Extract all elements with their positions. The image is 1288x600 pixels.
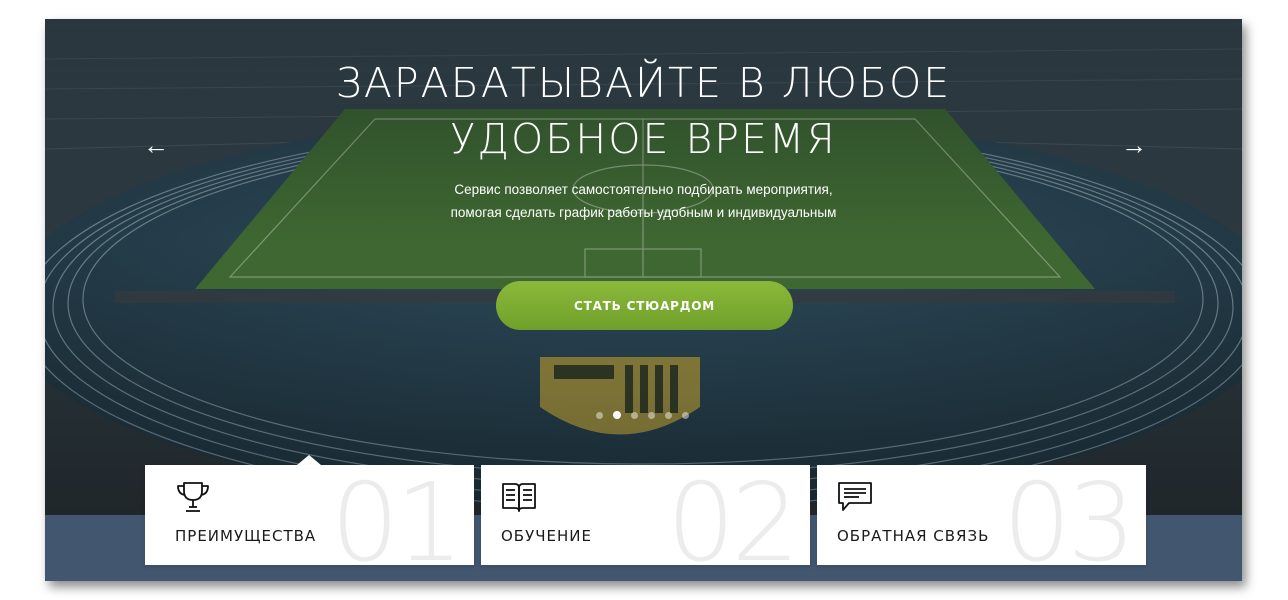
- slider-dot-6[interactable]: [682, 412, 689, 419]
- prev-slide-arrow-icon[interactable]: ←: [136, 129, 176, 161]
- hero-subtitle-line-1: Сервис позволяет самостоятельно подбират…: [454, 182, 833, 197]
- card-number: 01: [330, 465, 464, 566]
- trophy-icon: [177, 482, 209, 512]
- hero-subtitle: Сервис позволяет самостоятельно подбират…: [45, 178, 1242, 224]
- card-label: ПРЕИМУЩЕСТВА: [175, 527, 317, 545]
- active-card-pointer: [297, 455, 321, 465]
- slider-dot-2[interactable]: [613, 411, 621, 419]
- card-number: 02: [666, 465, 800, 566]
- book-icon: [502, 483, 536, 512]
- chat-icon: [838, 482, 872, 511]
- card-label: ОБРАТНАЯ СВЯЗЬ: [837, 527, 990, 545]
- card-feedback[interactable]: 03 ОБРАТНАЯ СВЯЗЬ: [817, 465, 1146, 565]
- become-steward-button[interactable]: СТАТЬ СТЮАРДОМ: [496, 281, 793, 330]
- hero-subtitle-line-2: помогая сделать график работы удобным и …: [450, 205, 837, 220]
- card-training[interactable]: 02 ОБУЧЕНИЕ: [481, 465, 810, 565]
- slider-dot-3[interactable]: [631, 412, 638, 419]
- slider-dot-4[interactable]: [648, 412, 655, 419]
- hero-slider: ЗАРАБАТЫВАЙТЕ В ЛЮБОЕ УДОБНОЕ ВРЕМЯ Серв…: [45, 19, 1242, 581]
- card-number: 03: [1002, 465, 1136, 566]
- slider-dot-5[interactable]: [665, 412, 672, 419]
- next-slide-arrow-icon[interactable]: →: [1114, 129, 1154, 161]
- slider-dot-1[interactable]: [596, 412, 603, 419]
- hero-title-line-2: УДОБНОЕ ВРЕМЯ: [450, 115, 837, 163]
- hero-title: ЗАРАБАТЫВАЙТЕ В ЛЮБОЕ УДОБНОЕ ВРЕМЯ: [45, 55, 1242, 167]
- card-label: ОБУЧЕНИЕ: [501, 527, 592, 545]
- card-advantages[interactable]: 01 ПРЕИМУЩЕСТВА: [145, 465, 474, 565]
- hero-title-line-1: ЗАРАБАТЫВАЙТЕ В ЛЮБОЕ: [335, 59, 952, 107]
